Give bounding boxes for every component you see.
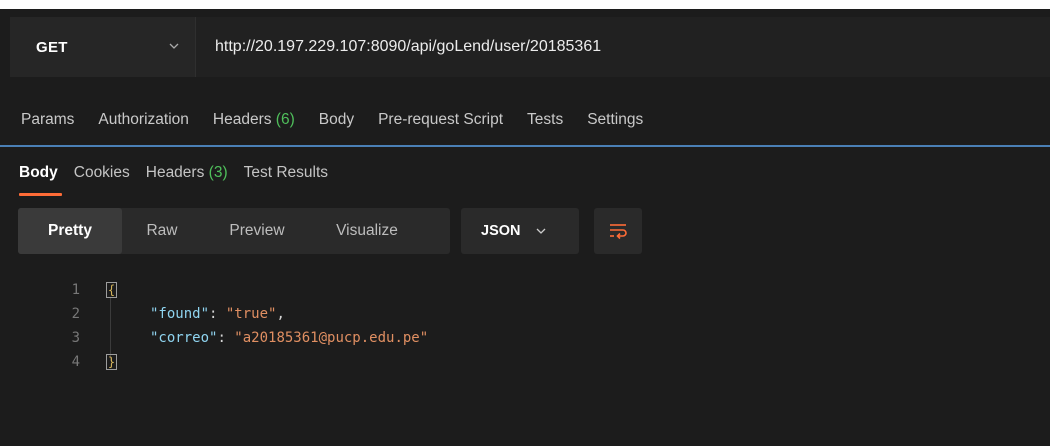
postman-window: GET http://20.197.229.107:8090/api/goLen… (0, 0, 1050, 446)
json-key: "correo" (150, 330, 218, 346)
top-strip (0, 0, 1050, 9)
view-mode-group: Pretty Raw Preview Visualize (18, 208, 450, 254)
code-line: 3 "correo": "a20185361@pucp.edu.pe" (0, 328, 1050, 348)
close-brace: } (106, 354, 117, 370)
wrap-lines-button[interactable] (594, 208, 642, 254)
view-preview-button[interactable]: Preview (202, 208, 312, 254)
view-visualize-button[interactable]: Visualize (312, 208, 422, 254)
json-value: "a20185361@pucp.edu.pe" (234, 330, 429, 346)
format-label: JSON (481, 223, 521, 239)
format-select[interactable]: JSON (461, 208, 579, 254)
line-number: 4 (71, 354, 80, 370)
tab-tests[interactable]: Tests (527, 111, 563, 129)
response-tab-headers-label: Headers (145, 164, 205, 181)
url-input[interactable]: http://20.197.229.107:8090/api/goLend/us… (196, 38, 601, 56)
response-tab-body[interactable]: Body (19, 164, 58, 182)
active-tab-indicator (19, 193, 62, 196)
open-brace: { (106, 282, 117, 298)
json-comma: , (276, 306, 285, 322)
tab-settings[interactable]: Settings (587, 111, 643, 129)
code-line: 1 { (0, 280, 1050, 300)
response-tabs: Body Cookies Headers (3) Test Results (0, 156, 600, 190)
json-key: "found" (150, 306, 210, 322)
method-label: GET (36, 38, 68, 56)
line-number: 2 (71, 306, 80, 322)
method-select[interactable]: GET (10, 17, 196, 77)
request-tabs: Params Authorization Headers (6) Body Pr… (0, 96, 1050, 144)
response-tab-cookies[interactable]: Cookies (74, 164, 130, 182)
wrap-lines-icon (610, 224, 627, 240)
tab-headers-count: (6) (275, 111, 295, 128)
tab-headers-label: Headers (212, 111, 272, 128)
tab-pre-request-script[interactable]: Pre-request Script (378, 111, 503, 129)
request-bar: GET http://20.197.229.107:8090/api/goLen… (10, 17, 1050, 77)
code-line: 2 "found": "true", (0, 304, 1050, 324)
tab-params[interactable]: Params (21, 111, 74, 129)
tab-body[interactable]: Body (319, 111, 354, 129)
view-pretty-button[interactable]: Pretty (18, 208, 122, 254)
pane-divider[interactable] (0, 145, 1050, 147)
json-entry: "correo": "a20185361@pucp.edu.pe" (150, 328, 428, 348)
json-colon: : (209, 306, 226, 322)
response-tab-headers[interactable]: Headers (3) (146, 164, 228, 182)
response-tab-headers-count: (3) (208, 164, 228, 181)
view-raw-button[interactable]: Raw (122, 208, 202, 254)
response-body-editor[interactable]: 1 { 2 "found": "true", 3 "correo": "a201… (0, 276, 1050, 396)
response-tab-test-results[interactable]: Test Results (244, 164, 328, 182)
json-colon: : (217, 330, 235, 346)
json-entry: "found": "true", (150, 304, 285, 324)
line-number: 1 (71, 282, 80, 298)
tab-authorization[interactable]: Authorization (98, 111, 188, 129)
chevron-down-icon (536, 228, 545, 234)
line-number: 3 (71, 330, 80, 346)
chevron-down-icon (169, 43, 179, 49)
json-value: "true" (225, 306, 277, 322)
tab-headers[interactable]: Headers (6) (213, 111, 295, 129)
code-line: 4 } (0, 352, 1050, 372)
